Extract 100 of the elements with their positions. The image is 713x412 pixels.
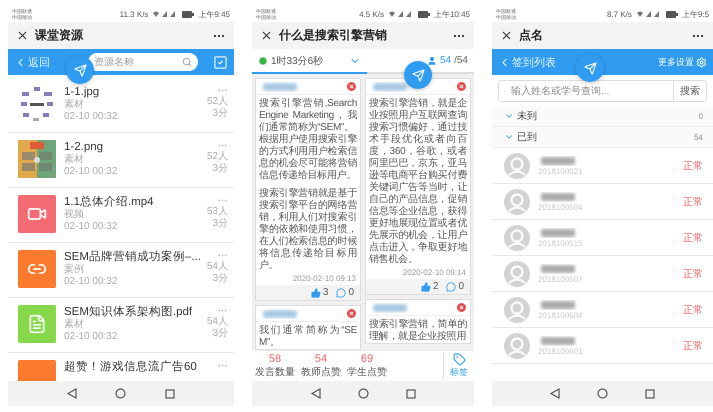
paper-plane-icon bbox=[412, 68, 424, 82]
blurred-name bbox=[370, 80, 410, 92]
view-count: 52人 bbox=[206, 151, 228, 163]
section-label: 已到 bbox=[517, 131, 537, 144]
duration: 3分 bbox=[212, 163, 228, 175]
file-type: 案例 bbox=[64, 264, 85, 276]
person-icon bbox=[426, 56, 437, 66]
attendance-status: 正常 bbox=[683, 268, 703, 280]
comment-count[interactable]: 0 bbox=[446, 280, 464, 292]
file-name: SEM知识体系架构图.pdf bbox=[64, 305, 194, 318]
file-name: 超赞！游戏信息流广告60 bbox=[64, 360, 198, 374]
avatar-icon bbox=[504, 188, 530, 214]
post-text: 搜索引擎营销,Search Engine Marketing，我们通常简称为“SEM”。 bbox=[259, 98, 357, 134]
blurred-name bbox=[538, 191, 578, 203]
signal-icon bbox=[636, 10, 662, 18]
delete-icon[interactable] bbox=[457, 303, 466, 312]
paper-plane-icon bbox=[74, 64, 86, 76]
duration: 3分 bbox=[212, 328, 228, 340]
post-time: 2020-02-10 09:14 bbox=[402, 268, 466, 277]
file-type: 素材 bbox=[64, 154, 85, 166]
send-button[interactable] bbox=[404, 61, 432, 89]
delete-icon[interactable] bbox=[347, 82, 356, 91]
post-time: 2020-02-10 09:13 bbox=[292, 274, 356, 283]
battery-icon bbox=[418, 10, 430, 18]
stat-label: 学生点赞 bbox=[347, 366, 387, 379]
paper-plane-icon bbox=[584, 62, 596, 74]
post-text: 搜索引擎营销，就是企业按照用户互联网查询搜索习惯偏好，通过技术手段优化或者向百度，360，谷歌，或者阿里巴巴，京东，亚马逊等电商平台购买付费关键词广告等当时，让自己的产品信息，促销信息等企业信息，获得更好地展现位置或者优先展示的机会，让用户点击进入，争取更好地销售机会。 bbox=[369, 98, 467, 266]
file-name: 1-1.jpg bbox=[64, 85, 100, 98]
duration: 3分 bbox=[212, 218, 228, 230]
view-count: 52人 bbox=[206, 96, 228, 108]
file-type: 素材 bbox=[64, 99, 85, 111]
network-speed: 11.3 K/s bbox=[120, 10, 148, 18]
tag-icon bbox=[452, 353, 466, 366]
clock-time: 上午9:5 bbox=[682, 8, 709, 20]
page-title: 点名 bbox=[519, 27, 543, 44]
file-name: SEM品牌营销成功案例–... bbox=[64, 250, 199, 264]
recent-apps-icon[interactable] bbox=[644, 388, 655, 398]
view-count: 53人 bbox=[206, 206, 228, 218]
section-count: 0 bbox=[698, 112, 703, 120]
select-icon[interactable] bbox=[213, 54, 228, 70]
page-title: 课堂资源 bbox=[35, 27, 83, 44]
like-count[interactable]: 2 bbox=[420, 280, 438, 292]
close-icon[interactable] bbox=[500, 29, 513, 42]
comment-icon bbox=[336, 288, 346, 298]
avatar-icon bbox=[504, 260, 530, 286]
recent-apps-icon[interactable] bbox=[164, 388, 175, 398]
search-icon[interactable] bbox=[182, 57, 192, 67]
avatar-icon bbox=[504, 224, 530, 250]
resource-item[interactable]: SEM品牌营销成功案例–... 案例 02-10 00:32 54人 3分 bbox=[8, 243, 234, 298]
attendance-status: 正常 bbox=[683, 304, 703, 316]
resource-item[interactable]: 1-2.png 素材 02-10 00:32 52人 3分 bbox=[8, 133, 234, 188]
file-name: 1-2.png bbox=[64, 140, 104, 154]
network-speed: 4.5 K/s bbox=[359, 10, 384, 18]
clock-time: 上午10:45 bbox=[434, 8, 470, 20]
blurred-name bbox=[260, 308, 300, 320]
file-date: 02-10 00:32 bbox=[64, 166, 118, 178]
gear-icon bbox=[696, 56, 707, 68]
home-icon[interactable] bbox=[115, 388, 126, 399]
avatar-icon bbox=[504, 152, 530, 178]
recent-apps-icon[interactable] bbox=[406, 388, 416, 398]
search-button[interactable]: 搜索 bbox=[673, 80, 707, 102]
close-icon[interactable] bbox=[260, 29, 273, 42]
stat-label: 发言数量 bbox=[255, 366, 295, 379]
tab[interactable]: 54 /54 bbox=[367, 49, 474, 74]
blurred-name bbox=[538, 263, 578, 275]
home-icon[interactable] bbox=[596, 388, 608, 399]
stat-label: 教师点赞 bbox=[301, 366, 341, 379]
resource-item[interactable]: SEM知识体系架构图.pdf 素材 02-10 00:32 54人 3分 bbox=[8, 298, 234, 353]
delete-icon[interactable] bbox=[457, 82, 466, 91]
blurred-name bbox=[370, 302, 410, 314]
network-speed: 8.7 K/s bbox=[606, 10, 632, 18]
page-title: 什么是搜索引擎营销 bbox=[279, 27, 387, 44]
blurred-name bbox=[260, 80, 300, 92]
file-type: 视频 bbox=[64, 209, 85, 221]
section-header[interactable]: 未到 0 bbox=[492, 106, 713, 127]
resource-item[interactable]: 1-1.jpg 素材 02-10 00:32 52人 3分 bbox=[8, 78, 234, 133]
search-field[interactable]: 资源名称 bbox=[88, 53, 198, 71]
home-icon[interactable] bbox=[358, 388, 368, 399]
delete-icon[interactable] bbox=[347, 309, 356, 318]
stat-value: 58 bbox=[268, 353, 282, 365]
comment-count[interactable]: 0 bbox=[336, 286, 354, 298]
back-icon[interactable] bbox=[67, 388, 78, 399]
like-count[interactable]: 3 bbox=[310, 286, 328, 298]
resource-item[interactable]: 1.1总体介绍.mp4 视频 02-10 00:32 53人 3分 bbox=[8, 188, 234, 243]
attendance-status: 正常 bbox=[683, 340, 703, 352]
close-icon[interactable] bbox=[16, 29, 29, 42]
search-field[interactable]: 输入姓名或学号查询... bbox=[498, 80, 673, 102]
post-text: 搜索引擎营销，简单的理解，就是企业按照用 bbox=[369, 319, 467, 343]
section-header[interactable]: 已到 54 bbox=[492, 127, 713, 148]
duration: 3分 bbox=[212, 273, 228, 285]
file-date: 02-10 00:32 bbox=[64, 331, 118, 343]
blurred-name bbox=[538, 227, 578, 239]
file-date: 02-10 00:32 bbox=[64, 276, 118, 288]
comment-icon bbox=[446, 282, 456, 292]
back-icon[interactable] bbox=[550, 388, 560, 399]
file-name: 1.1总体介绍.mp4 bbox=[64, 195, 155, 208]
attendance-status: 正常 bbox=[683, 232, 703, 244]
section-count: 54 bbox=[694, 132, 703, 142]
back-icon[interactable] bbox=[310, 388, 320, 399]
file-date: 02-10 00:32 bbox=[64, 221, 118, 233]
